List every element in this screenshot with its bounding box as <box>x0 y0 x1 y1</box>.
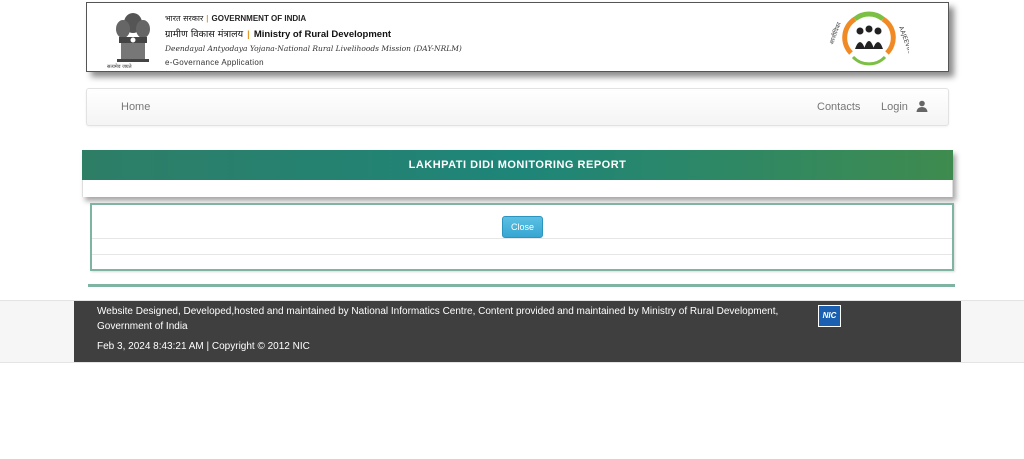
nav-contacts-link[interactable]: Contacts <box>817 101 860 113</box>
footer-credits: Website Designed, Developed,hosted and m… <box>97 306 779 332</box>
footer: Website Designed, Developed,hosted and m… <box>74 301 961 362</box>
svg-text:AAJEEVIKA: AAJEEVIKA <box>897 25 909 58</box>
government-hindi: भारत सरकार <box>165 14 204 23</box>
app-name: e-Governance Application <box>165 58 264 67</box>
nav-home-link[interactable]: Home <box>121 101 150 113</box>
nav-login-link[interactable]: Login <box>881 101 908 113</box>
svg-text:आजीविका: आजीविका <box>827 21 843 46</box>
ministry-hindi: ग्रामीण विकास मंत्रालय <box>165 29 244 40</box>
divider <box>92 254 952 255</box>
report-panel: LAKHPATI DIDI MONITORING REPORT <box>82 150 953 197</box>
government-english: GOVERNMENT OF INDIA <box>211 14 307 23</box>
footer-datetime-copyright: Feb 3, 2024 8:43:21 AM | Copyright © 201… <box>97 341 310 352</box>
top-navbar: Home Contacts Login <box>86 88 949 126</box>
ministry-label: ग्रामीण विकास मंत्रालय | Ministry of Rural… <box>165 29 392 40</box>
report-title: LAKHPATI DIDI MONITORING REPORT <box>82 150 953 180</box>
nic-logo[interactable]: NIC <box>818 305 841 327</box>
national-emblem-icon <box>116 13 150 62</box>
report-panel-body <box>82 180 953 197</box>
government-label: भारत सरकार | GOVERNMENT OF INDIA <box>165 14 307 23</box>
ministry-english: Ministry of Rural Development <box>253 29 392 40</box>
report-content-box: Close <box>90 203 954 271</box>
mission-label: Deendayal Antyodaya Yojana-National Rura… <box>165 44 462 53</box>
aajeevika-logo: आजीविका AAJEEVIKA <box>827 11 909 66</box>
user-icon[interactable] <box>916 100 928 112</box>
emblem-caption: सत्यमेव जयते <box>107 64 132 70</box>
divider <box>92 238 952 239</box>
close-button[interactable]: Close <box>502 216 543 238</box>
divider <box>88 284 955 287</box>
header-banner: सत्यमेव जयते भारत सरकार | GOVERNMENT OF IN… <box>86 2 949 72</box>
